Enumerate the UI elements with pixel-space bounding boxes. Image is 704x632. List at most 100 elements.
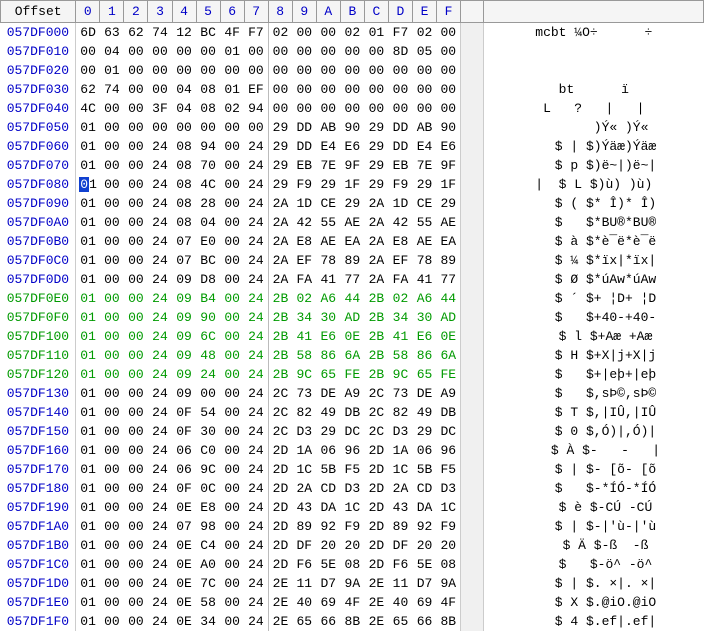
hex-cell[interactable]: 08: [340, 555, 364, 574]
hex-cell[interactable]: 6C: [196, 327, 220, 346]
hex-row[interactable]: 057DF060010000240894002429DDE4E629DDE4E6…: [1, 137, 704, 156]
splitter-cell[interactable]: [461, 42, 484, 61]
hex-cell[interactable]: 00: [244, 118, 268, 137]
hex-row[interactable]: 057DF0B00100002407E000242AE8AEEA2AE8AEEA…: [1, 232, 704, 251]
hex-cell[interactable]: 09: [172, 384, 196, 403]
hex-cell[interactable]: 00: [292, 99, 316, 118]
hex-cell[interactable]: D3: [388, 422, 412, 441]
hex-cell[interactable]: 00: [268, 61, 292, 80]
hex-cell[interactable]: 02: [412, 23, 436, 42]
ascii-cell[interactable]: $ | $- [õ- [õ: [484, 460, 704, 479]
hex-cell[interactable]: 2B: [268, 346, 292, 365]
offset-cell[interactable]: 057DF0C0: [1, 251, 76, 270]
hex-cell[interactable]: 92: [316, 517, 340, 536]
hex-cell[interactable]: 66: [316, 612, 340, 631]
ascii-cell[interactable]: $ $-*ÍÓ-*ÍÓ: [484, 479, 704, 498]
hex-cell[interactable]: 0F: [172, 422, 196, 441]
hex-cell[interactable]: 24: [148, 232, 172, 251]
hex-cell[interactable]: D7: [412, 574, 436, 593]
hex-cell[interactable]: 58: [292, 346, 316, 365]
hex-cell[interactable]: 28: [196, 194, 220, 213]
hex-cell[interactable]: 24: [148, 384, 172, 403]
hex-cell[interactable]: 2D: [268, 479, 292, 498]
ascii-cell[interactable]: $ | $)Ýäæ)Ýäæ: [484, 137, 704, 156]
hex-cell[interactable]: DF: [388, 536, 412, 555]
hex-cell[interactable]: 00: [220, 422, 244, 441]
hex-cell[interactable]: 00: [316, 80, 340, 99]
ascii-cell[interactable]: [484, 42, 704, 61]
hex-cell[interactable]: DD: [292, 118, 316, 137]
hex-cell[interactable]: 24: [196, 365, 220, 384]
hex-cell[interactable]: 34: [292, 308, 316, 327]
hex-row[interactable]: 057DF08001000024084C002429F9291F29F9291F…: [1, 175, 704, 194]
hex-cell[interactable]: 01: [76, 479, 100, 498]
hex-cell[interactable]: 00: [100, 213, 124, 232]
hex-cell[interactable]: 00: [124, 80, 148, 99]
hex-cell[interactable]: 00: [76, 42, 100, 61]
hex-cell[interactable]: 00: [100, 422, 124, 441]
hex-cell[interactable]: 82: [388, 403, 412, 422]
hex-cell[interactable]: 2C: [364, 403, 388, 422]
ascii-cell[interactable]: $ | $. ×|. ×|: [484, 574, 704, 593]
splitter-cell[interactable]: [461, 422, 484, 441]
hex-cell[interactable]: 01: [76, 213, 100, 232]
col-header-D[interactable]: D: [388, 1, 412, 23]
ascii-cell[interactable]: $ ´ $+ ¦D+ ¦D: [484, 289, 704, 308]
hex-cell[interactable]: 00: [220, 365, 244, 384]
hex-cell[interactable]: 89: [388, 517, 412, 536]
hex-cell[interactable]: DD: [388, 118, 412, 137]
hex-cell[interactable]: 12: [172, 23, 196, 42]
hex-cell[interactable]: 00: [220, 327, 244, 346]
hex-cell[interactable]: 24: [244, 403, 268, 422]
offset-cell[interactable]: 057DF190: [1, 498, 76, 517]
hex-cell[interactable]: FA: [388, 270, 412, 289]
hex-cell[interactable]: 29: [268, 137, 292, 156]
hex-cell[interactable]: 01: [76, 118, 100, 137]
hex-cell[interactable]: 2D: [268, 555, 292, 574]
col-header-9[interactable]: 9: [292, 1, 316, 23]
ascii-cell[interactable]: [484, 61, 704, 80]
hex-cell[interactable]: 1C: [292, 460, 316, 479]
hex-cell[interactable]: 24: [148, 612, 172, 631]
hex-cell[interactable]: 00: [124, 156, 148, 175]
hex-cell[interactable]: F5: [340, 460, 364, 479]
hex-cell[interactable]: 1A: [292, 441, 316, 460]
hex-cell[interactable]: F9: [437, 517, 461, 536]
hex-cell[interactable]: 43: [388, 498, 412, 517]
hex-cell[interactable]: 4F: [340, 593, 364, 612]
hex-cell[interactable]: 2B: [364, 346, 388, 365]
hex-cell[interactable]: 1D: [292, 194, 316, 213]
hex-cell[interactable]: 00: [124, 232, 148, 251]
hex-cell[interactable]: 90: [437, 118, 461, 137]
hex-cell[interactable]: E6: [437, 137, 461, 156]
hex-cell[interactable]: 94: [244, 99, 268, 118]
hex-cell[interactable]: 24: [244, 365, 268, 384]
hex-cell[interactable]: 96: [437, 441, 461, 460]
hex-cell[interactable]: AE: [412, 232, 436, 251]
offset-cell[interactable]: 057DF000: [1, 23, 76, 42]
hex-cell[interactable]: 5B: [412, 460, 436, 479]
hex-cell[interactable]: FE: [437, 365, 461, 384]
hex-cell[interactable]: 0F: [172, 403, 196, 422]
hex-cell[interactable]: 24: [244, 232, 268, 251]
col-header-E[interactable]: E: [412, 1, 436, 23]
hex-cell[interactable]: 00: [124, 289, 148, 308]
hex-cell[interactable]: 01: [76, 232, 100, 251]
hex-cell[interactable]: C4: [196, 536, 220, 555]
hex-cell[interactable]: 09: [172, 308, 196, 327]
hex-cell[interactable]: 00: [124, 555, 148, 574]
hex-cell[interactable]: 48: [196, 346, 220, 365]
hex-cell[interactable]: 2E: [268, 593, 292, 612]
hex-cell[interactable]: 2D: [364, 498, 388, 517]
ascii-cell[interactable]: $ ¼ $*ïx|*ïx|: [484, 251, 704, 270]
hex-cell[interactable]: 65: [388, 612, 412, 631]
offset-cell[interactable]: 057DF010: [1, 42, 76, 61]
offset-cell[interactable]: 057DF1D0: [1, 574, 76, 593]
hex-row[interactable]: 057DF0404C00003F040802940000000000000000…: [1, 99, 704, 118]
hex-cell[interactable]: 44: [340, 289, 364, 308]
hex-cell[interactable]: 01: [76, 536, 100, 555]
hex-cell[interactable]: 00: [220, 270, 244, 289]
ascii-cell[interactable]: $ H $+X|j+X|j: [484, 346, 704, 365]
hex-cell[interactable]: 00: [100, 289, 124, 308]
hex-cell[interactable]: 08: [172, 194, 196, 213]
